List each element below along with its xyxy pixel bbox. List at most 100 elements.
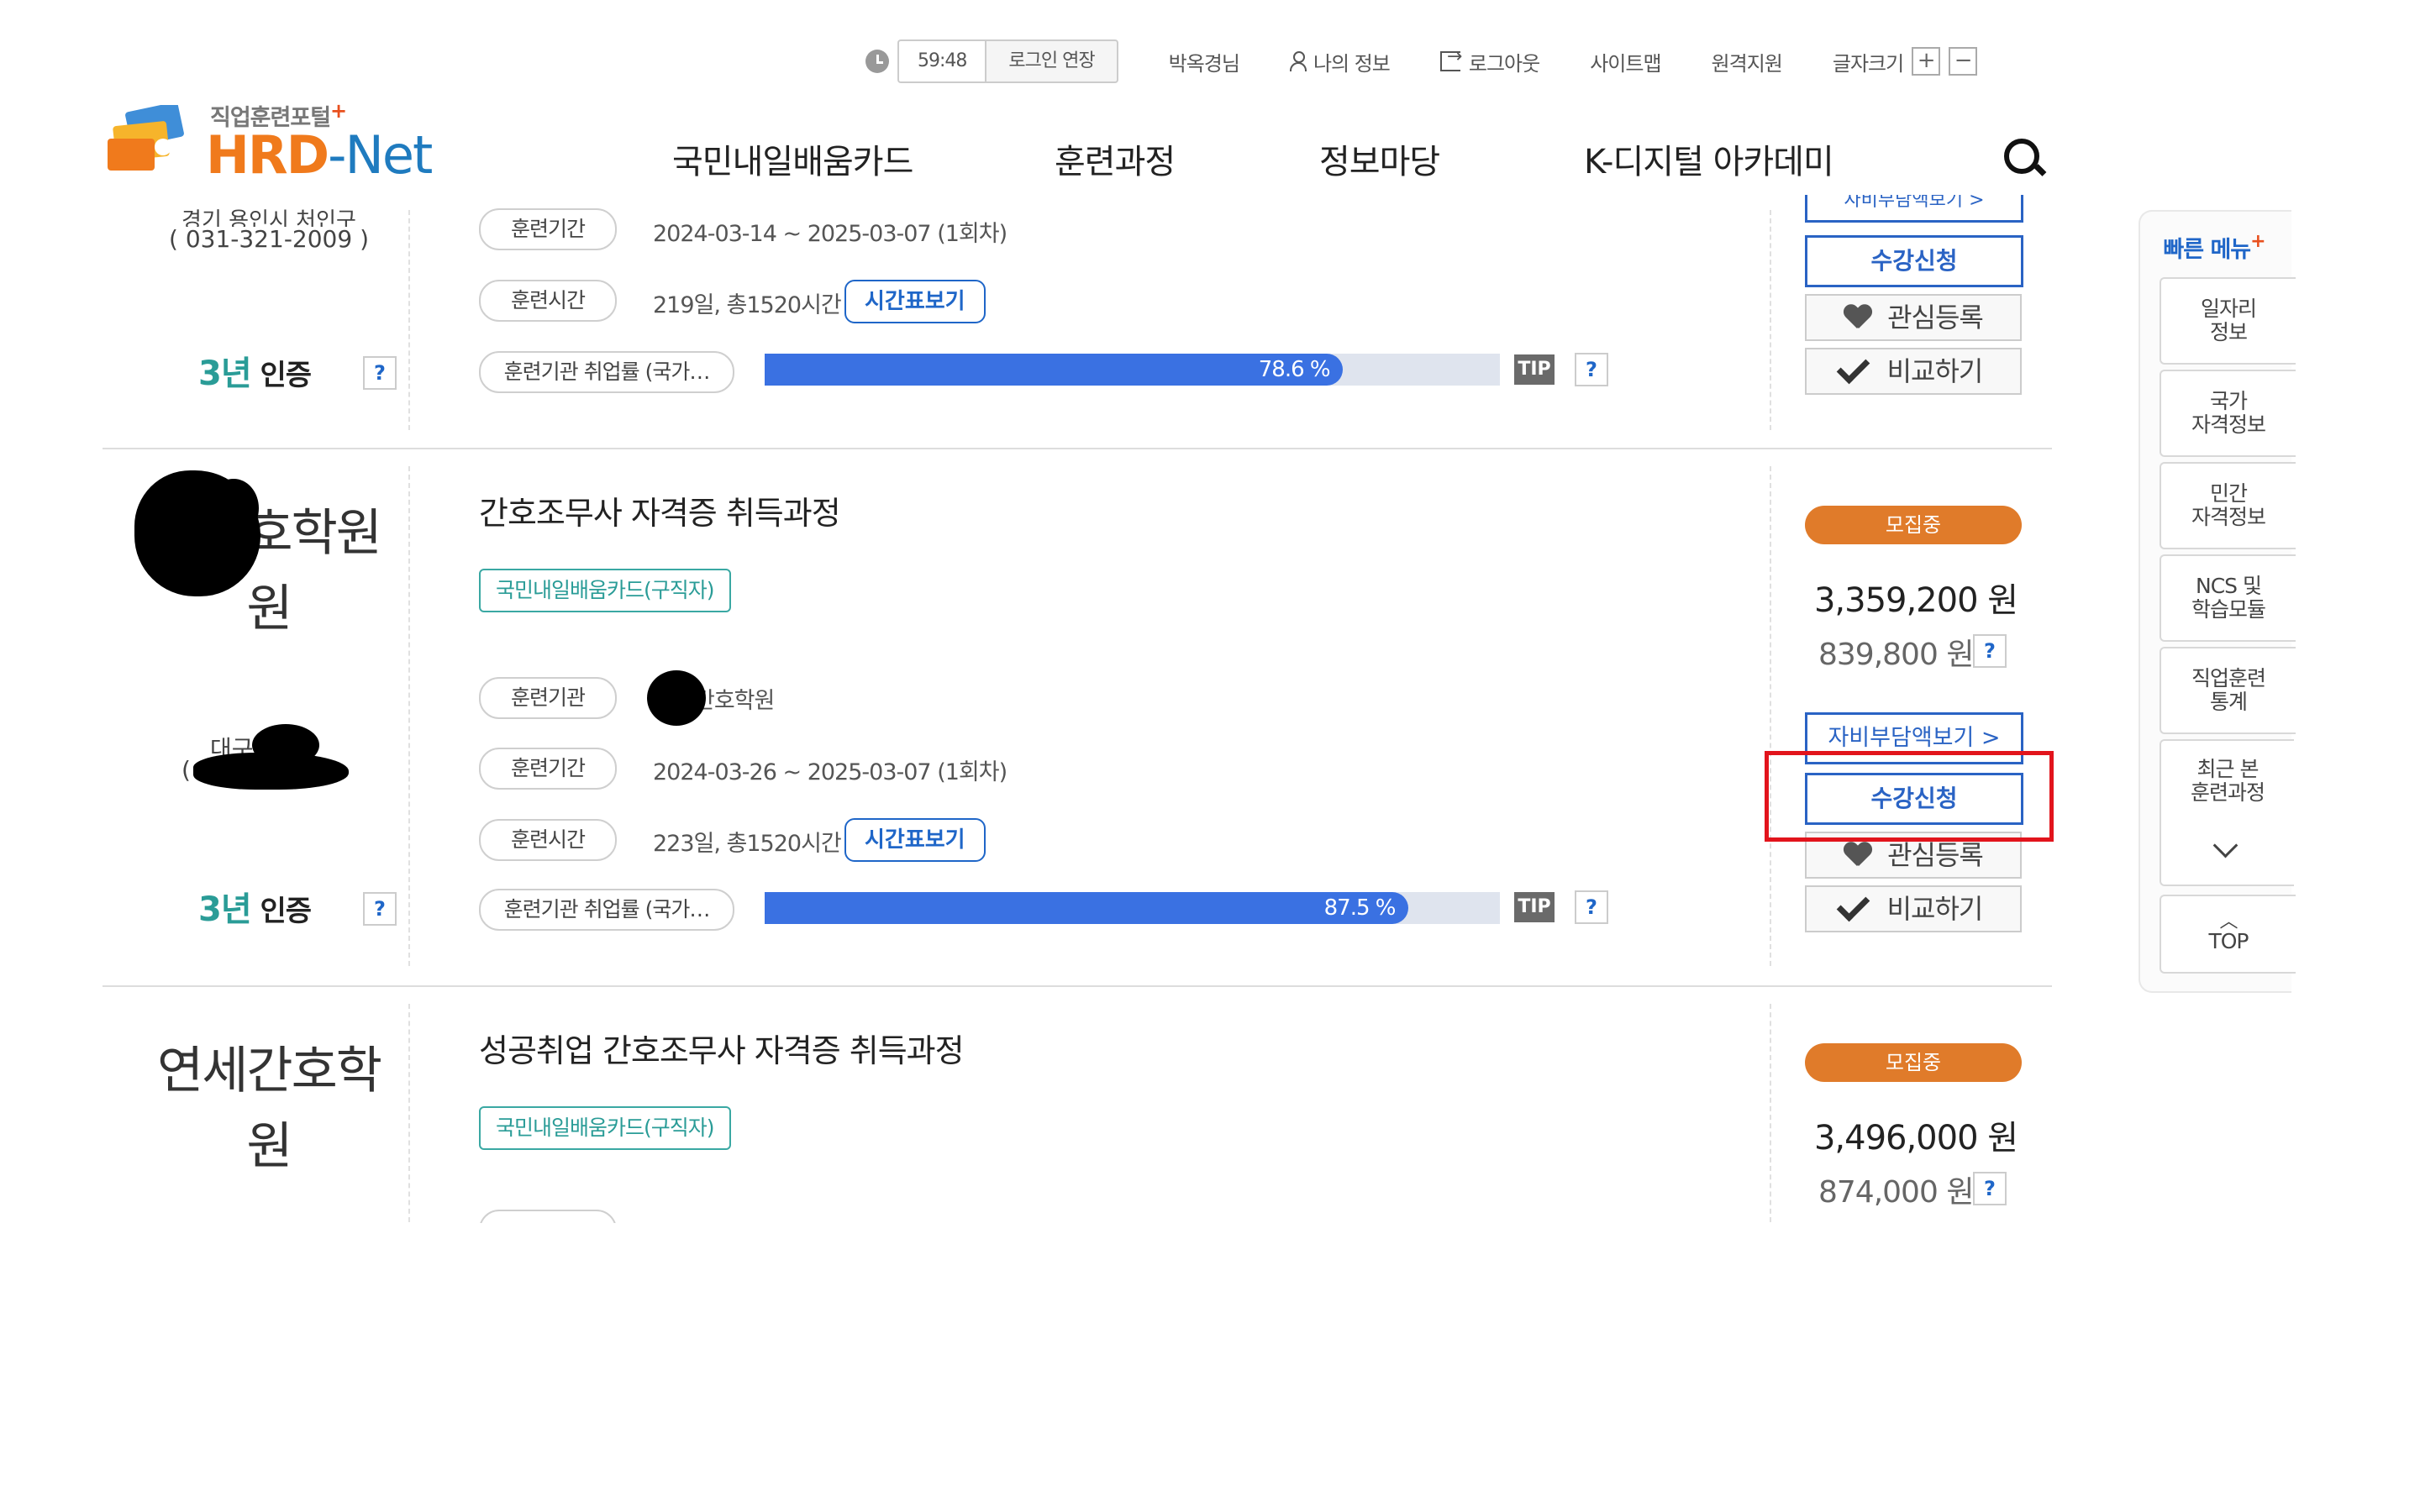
employment-help-button[interactable]: ? (1575, 353, 1608, 386)
redaction-blot (252, 724, 319, 766)
redaction-blot (208, 479, 259, 538)
divider (408, 210, 410, 430)
logo-icon[interactable] (103, 105, 195, 176)
quick-recent-courses[interactable]: 최근 본 훈련과정 (2160, 739, 2294, 886)
card-type-tag: 국민내일배움카드(구직자) (479, 1106, 731, 1150)
nav-training-course[interactable]: 훈련과정 (1055, 134, 1176, 183)
hours-label: 훈련시간 (479, 819, 617, 861)
hours-label: 훈련시간 (479, 280, 617, 322)
quick-jobs[interactable]: 일자리 정보 (2160, 277, 2296, 365)
divider (408, 1004, 410, 1222)
cert-help-button[interactable]: ? (363, 892, 397, 926)
highlight-box (1765, 751, 2054, 842)
period-label: 훈련기간 (479, 208, 617, 250)
heart-icon (1844, 305, 1872, 330)
check-icon (1836, 350, 1870, 384)
search-icon[interactable] (2004, 139, 2039, 174)
card-type-tag: 국민내일배움카드(구직자) (479, 569, 731, 612)
row-divider (103, 985, 2052, 987)
top-label: TOP (2208, 929, 2249, 953)
nav-info-yard[interactable]: 정보마당 (1319, 134, 1440, 183)
institution-address-paren: ( (182, 756, 191, 784)
timetable-button[interactable]: 시간표보기 (844, 280, 986, 323)
employment-rate-bar: 78.6 % (765, 354, 1500, 386)
font-size-label: 글자크기 (1832, 51, 1904, 76)
price-help-button[interactable]: ? (1973, 634, 2007, 668)
cert-help-button[interactable]: ? (363, 356, 397, 390)
org-label: 훈련기관 (479, 677, 617, 719)
like-label: 관심등록 (1887, 302, 1984, 333)
divider (1770, 1004, 1771, 1222)
employment-rate-label: 훈련기관 취업률 (국가… (479, 351, 734, 393)
recruiting-badge: 모집중 (1805, 1043, 2022, 1082)
chevron-up-icon: ︿ (2219, 911, 2238, 932)
training-period: 2024-03-26 ~ 2025-03-07 (1회차) (653, 759, 1007, 785)
institution-address: 경기 용인시 처인구 (182, 208, 356, 227)
employment-rate-fill (765, 354, 1343, 386)
employment-help-button[interactable]: ? (1575, 890, 1608, 924)
logout-link[interactable]: 로그아웃 (1439, 46, 1540, 76)
compare-label: 비교하기 (1886, 355, 1984, 387)
employment-rate-value: 78.6 % (1258, 357, 1331, 382)
self-pay-price: 839,800 원 (1818, 638, 1974, 672)
training-hours: 219일, 총1520시간 (653, 292, 842, 318)
clipped-row (479, 1210, 617, 1223)
certification-badge: 3년 인증 (198, 890, 312, 929)
tip-badge[interactable]: TIP (1514, 892, 1555, 922)
heart-icon (1844, 843, 1872, 868)
top-button[interactable]: ︿ TOP (2160, 895, 2296, 974)
course-price: 3,359,200 원 (1813, 581, 2018, 620)
timetable-button[interactable]: 시간표보기 (844, 818, 986, 862)
session-timer: 59:48 (897, 39, 986, 83)
logout-icon (1439, 46, 1461, 71)
font-increase-button[interactable]: + (1912, 47, 1941, 76)
font-size-control: 글자크기 + − (1832, 47, 1978, 76)
self-pay-button-partial[interactable]: 자비부담액보기 > (1805, 195, 2023, 223)
compare-button[interactable]: 비교하기 (1805, 885, 2022, 932)
row-divider (103, 448, 2052, 449)
check-icon (1836, 888, 1870, 921)
my-info-link[interactable]: 나의 정보 (1289, 47, 1391, 76)
clock-icon (865, 50, 889, 73)
self-pay-price: 874,000 원 (1818, 1175, 1974, 1210)
quick-ncs[interactable]: NCS 및 학습모듈 (2160, 554, 2296, 642)
login-extend-button[interactable]: 로그인 연장 (985, 39, 1118, 83)
quick-menu-title: 빠른 메뉴+ (2163, 231, 2265, 263)
utility-bar: 59:48 로그인 연장 박옥경님 나의 정보 로그아웃 사이트맵 원격지원 글… (865, 39, 1978, 84)
like-button[interactable]: 관심등록 (1805, 294, 2022, 341)
tip-badge[interactable]: TIP (1514, 354, 1555, 385)
institution-phone: ( 031-321-2009 ) (169, 225, 369, 253)
certification-badge: 3년 인증 (198, 354, 312, 393)
nav-k-digital[interactable]: K-디지털 아카데미 (1584, 134, 1834, 183)
recruiting-badge: 모집중 (1805, 506, 2022, 544)
course-title[interactable]: 성공취업 간호조무사 자격증 취득과정 (479, 1025, 965, 1071)
training-org: 간호학원 (694, 688, 775, 714)
period-label: 훈련기간 (479, 748, 617, 790)
quick-private-cert[interactable]: 민간 자격정보 (2160, 462, 2296, 549)
logo-text[interactable]: HRD-Net (206, 124, 433, 186)
sitemap-link[interactable]: 사이트맵 (1590, 47, 1661, 76)
font-decrease-button[interactable]: − (1949, 47, 1978, 76)
remote-support-link[interactable]: 원격지원 (1712, 47, 1783, 76)
redaction-blot (647, 670, 706, 726)
employment-rate-fill (765, 892, 1408, 924)
my-info-label: 나의 정보 (1313, 51, 1391, 76)
training-period: 2024-03-14 ~ 2025-03-07 (1회차) (653, 221, 1007, 247)
apply-button[interactable]: 수강신청 (1805, 235, 2023, 287)
compare-button[interactable]: 비교하기 (1805, 348, 2022, 395)
user-name: 박옥경님 (1168, 51, 1240, 76)
course-price: 3,496,000 원 (1813, 1119, 2018, 1158)
employment-rate-label: 훈련기관 취업률 (국가… (479, 889, 734, 931)
course-title[interactable]: 간호조무사 자격증 취득과정 (479, 487, 841, 533)
employment-rate-bar: 87.5 % (765, 892, 1500, 924)
divider (1770, 210, 1771, 430)
nav-national-card[interactable]: 국민내일배움카드 (672, 134, 913, 183)
quick-national-cert[interactable]: 국가 자격정보 (2160, 370, 2296, 457)
logout-label: 로그아웃 (1468, 51, 1540, 76)
divider (1770, 466, 1771, 966)
compare-label: 비교하기 (1886, 893, 1984, 925)
divider (408, 466, 410, 966)
price-help-button[interactable]: ? (1973, 1172, 2007, 1205)
employment-rate-value: 87.5 % (1323, 895, 1397, 921)
quick-stats[interactable]: 직업훈련 통계 (2160, 647, 2296, 734)
